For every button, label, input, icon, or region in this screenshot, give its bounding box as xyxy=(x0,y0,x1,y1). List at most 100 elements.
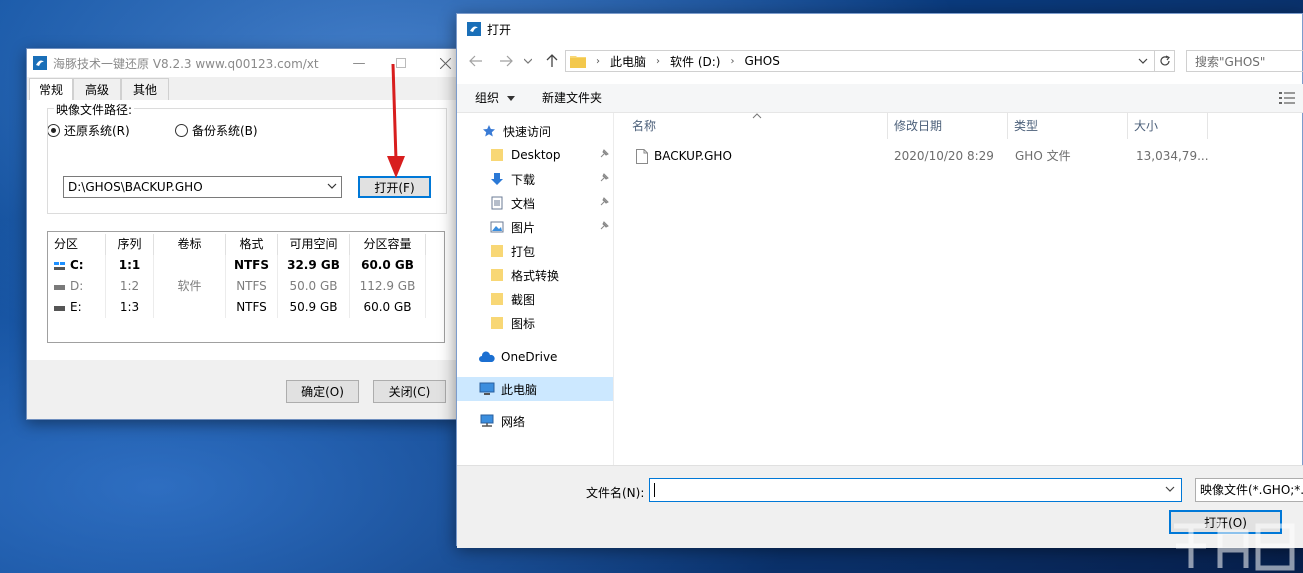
nav-folder-format-convert[interactable]: 格式转换 xyxy=(457,263,613,287)
new-folder-button[interactable]: 新建文件夹 xyxy=(542,84,602,112)
ok-button[interactable]: 确定(O) xyxy=(286,380,359,403)
close-button[interactable]: 关闭(C) xyxy=(373,380,446,403)
computer-icon xyxy=(479,381,495,397)
nav-label: 此电脑 xyxy=(501,382,538,397)
pin-icon[interactable] xyxy=(599,149,609,159)
breadcrumb-ghos[interactable]: GHOS xyxy=(744,54,779,68)
partition-seq: 1:2 xyxy=(106,276,154,297)
partition-label: 软件 xyxy=(154,276,226,297)
pin-icon[interactable] xyxy=(599,197,609,207)
col-size[interactable]: 大小 xyxy=(1128,113,1208,139)
nav-label: 网络 xyxy=(501,414,526,429)
table-row[interactable]: C: 1:1 NTFS 32.9 GB 60.0 GB xyxy=(48,255,446,276)
nav-folder-icons[interactable]: 图标 xyxy=(457,311,613,335)
forward-button[interactable] xyxy=(495,48,517,74)
nav-downloads[interactable]: 下载 xyxy=(457,167,613,191)
filename-input[interactable] xyxy=(649,478,1182,502)
view-options-button[interactable] xyxy=(1279,84,1295,112)
nav-onedrive[interactable]: OneDrive xyxy=(457,345,613,369)
file-row[interactable]: BACKUP.GHO 2020/10/20 8:29 GHO 文件 13,034… xyxy=(614,145,1303,167)
nav-label: 下载 xyxy=(511,172,536,187)
partition-fs: NTFS xyxy=(226,297,278,318)
refresh-button[interactable] xyxy=(1155,50,1175,72)
arrow-up-icon xyxy=(546,54,558,67)
tab-advanced[interactable]: 高级 xyxy=(73,78,121,100)
nav-this-pc[interactable]: 此电脑 xyxy=(457,377,613,401)
filename-label: 文件名(N): xyxy=(586,486,645,500)
partition-table: 分区 序列 卷标 格式 可用空间 分区容量 C: 1:1 NTFS 32.9 G… xyxy=(47,231,445,343)
pin-icon[interactable] xyxy=(599,173,609,183)
nav-quick-access[interactable]: 快速访问 xyxy=(457,119,613,143)
dialog-title: 打开 xyxy=(487,22,512,37)
nav-label: 文档 xyxy=(511,196,536,211)
col-type[interactable]: 类型 xyxy=(1008,113,1128,139)
filetype-select[interactable]: 映像文件(*.GHO;*.V xyxy=(1195,478,1303,502)
nav-network[interactable]: 网络 xyxy=(457,409,613,433)
red-arrow-annotation xyxy=(387,63,405,178)
cloud-icon xyxy=(479,349,495,365)
nav-desktop[interactable]: Desktop xyxy=(457,143,613,167)
file-name-cell: BACKUP.GHO xyxy=(636,145,732,167)
file-list-header: 名称 修改日期 类型 大小 xyxy=(614,113,1303,139)
partition-size: 60.0 GB xyxy=(350,297,426,318)
partition-label xyxy=(154,297,226,318)
command-toolbar: 组织 新建文件夹 xyxy=(457,84,1303,113)
up-button[interactable] xyxy=(541,48,563,74)
organize-button[interactable]: 组织 xyxy=(475,84,515,112)
breadcrumb-separator-icon: › xyxy=(596,55,600,67)
address-bar[interactable]: › 此电脑 › 软件 (D:) › GHOS xyxy=(565,50,1155,72)
chevron-down-icon[interactable] xyxy=(1138,54,1148,68)
chevron-down-icon[interactable] xyxy=(1165,484,1175,494)
tab-other[interactable]: 其他 xyxy=(121,78,169,100)
nav-documents[interactable]: 文档 xyxy=(457,191,613,215)
drive-icon xyxy=(54,284,65,290)
watermark-logo xyxy=(1174,520,1295,571)
chevron-down-icon xyxy=(524,58,532,64)
file-size: 13,034,79... xyxy=(1136,149,1209,163)
breadcrumb-separator-icon: › xyxy=(656,55,661,67)
tab-general[interactable]: 常规 xyxy=(29,78,73,101)
col-modified[interactable]: 修改日期 xyxy=(888,113,1008,139)
sort-up-icon xyxy=(752,113,762,119)
partition-drive: E: xyxy=(70,300,82,314)
view-list-icon xyxy=(1279,92,1295,104)
network-icon xyxy=(479,413,495,429)
back-button[interactable] xyxy=(465,48,487,74)
arrow-left-icon xyxy=(469,55,482,67)
nav-pictures[interactable]: 图片 xyxy=(457,215,613,239)
partition-drive: C: xyxy=(70,258,84,272)
tool-window-title: 海豚技术一键还原 V8.2.3 www.q00123.com/xt xyxy=(53,56,319,71)
partition-size: 60.0 GB xyxy=(350,255,426,276)
partition-label xyxy=(154,255,226,276)
partition-seq: 1:1 xyxy=(106,255,154,276)
col-format: 格式 xyxy=(226,234,278,255)
image-path-combobox[interactable]: D:\GHOS\BACKUP.GHO xyxy=(63,176,342,198)
nav-label: Desktop xyxy=(511,148,561,162)
nav-folder-screenshots[interactable]: 截图 xyxy=(457,287,613,311)
navigation-pane: 快速访问 Desktop 下载 文档 图片 打包 格式转换 截图 图标 OneD… xyxy=(457,113,614,465)
partition-table-header: 分区 序列 卷标 格式 可用空间 分区容量 xyxy=(48,234,446,255)
app-icon xyxy=(33,56,47,70)
nav-label: 图标 xyxy=(511,316,536,331)
file-icon xyxy=(636,148,648,164)
col-capacity: 分区容量 xyxy=(350,234,426,255)
organize-label: 组织 xyxy=(475,91,500,105)
windows-drive-icon xyxy=(54,261,65,270)
partition-drive: D: xyxy=(70,279,84,293)
col-partition: 分区 xyxy=(48,234,106,255)
partition-free: 32.9 GB xyxy=(278,255,350,276)
minimize-button[interactable]: — xyxy=(337,49,381,77)
breadcrumb-this-pc[interactable]: 此电脑 xyxy=(610,53,646,70)
pin-icon[interactable] xyxy=(599,221,609,231)
nav-label: 图片 xyxy=(511,220,536,235)
folder-icon xyxy=(489,147,505,163)
search-box[interactable]: 搜索"GHOS" xyxy=(1186,50,1303,72)
arrow-right-icon xyxy=(500,55,513,67)
table-row[interactable]: D: 1:2 软件 NTFS 50.0 GB 112.9 GB xyxy=(48,276,446,297)
table-row[interactable]: E: 1:3 NTFS 50.9 GB 60.0 GB xyxy=(48,297,446,318)
breadcrumb-drive-d[interactable]: 软件 (D:) xyxy=(670,53,720,70)
nav-folder-pack[interactable]: 打包 xyxy=(457,239,613,263)
dialog-titlebar: 打开 xyxy=(457,14,1303,44)
chevron-down-icon xyxy=(327,183,337,189)
recent-locations-button[interactable] xyxy=(517,48,539,74)
